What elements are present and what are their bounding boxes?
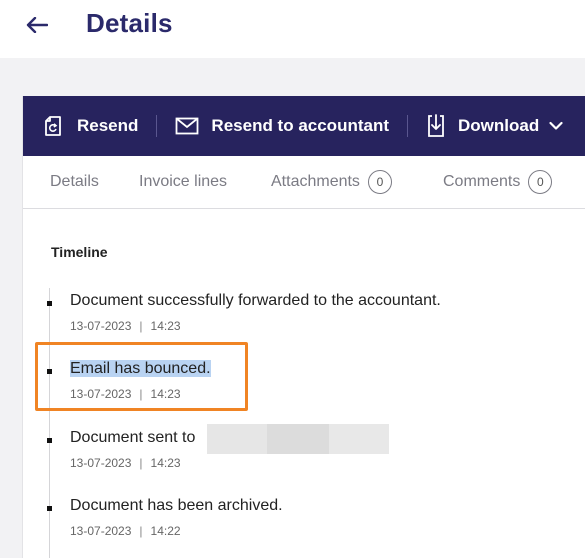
resend-to-accountant-button[interactable]: Resend to accountant xyxy=(175,96,389,156)
timeline-bullet xyxy=(47,506,52,511)
timeline-event: Document sent to 13-07-2023 | 14:23 xyxy=(23,424,563,475)
toolbar-divider xyxy=(156,115,158,137)
event-date: 13-07-2023 xyxy=(70,456,132,470)
timeline-event: Document has been archived. 13-07-2023 | 1… xyxy=(23,497,563,543)
tab-invoice-lines[interactable]: Invoice lines xyxy=(139,156,227,208)
download-icon xyxy=(426,114,446,138)
page-title: Details xyxy=(86,8,173,38)
event-timestamp: 13-07-2023 | 14:23 xyxy=(70,456,181,470)
action-toolbar: Resend Resend to accountant Download xyxy=(23,96,585,156)
meta-separator: | xyxy=(139,319,143,333)
event-timestamp: 13-07-2023 | 14:22 xyxy=(70,524,181,538)
tab-bar: Details Invoice lines Attachments 0 Comm… xyxy=(23,156,585,209)
event-date: 13-07-2023 xyxy=(70,524,132,538)
event-text: Document sent to xyxy=(70,429,195,447)
tab-label: Details xyxy=(50,173,99,190)
event-time: 14:23 xyxy=(150,456,181,470)
resend-button[interactable]: Resend xyxy=(43,96,138,156)
download-label: Download xyxy=(458,116,540,135)
event-text: Document has been archived. xyxy=(70,497,283,514)
resend-to-accountant-label: Resend to accountant xyxy=(211,116,390,135)
event-timestamp: 13-07-2023 | 14:23 xyxy=(70,319,181,333)
tab-attachments[interactable]: Attachments 0 xyxy=(271,156,392,208)
resend-label: Resend xyxy=(77,116,139,135)
meta-separator: | xyxy=(139,524,143,538)
annotation-highlight-box xyxy=(35,342,248,411)
mail-icon xyxy=(175,117,199,135)
attachments-count-badge: 0 xyxy=(367,170,392,194)
timeline-bullet xyxy=(47,301,52,306)
event-time: 14:23 xyxy=(150,319,181,333)
tab-label: Comments xyxy=(443,173,521,190)
tab-comments[interactable]: Comments 0 xyxy=(443,156,553,208)
event-time: 14:22 xyxy=(150,524,181,538)
tab-label: Attachments xyxy=(271,173,360,190)
event-date: 13-07-2023 xyxy=(70,319,132,333)
timeline-event: Document successfully forwarded to the a… xyxy=(23,292,563,338)
back-arrow-icon[interactable] xyxy=(24,12,50,38)
event-text-label: Document sent to xyxy=(70,429,196,446)
event-text: Document successfully forwarded to the a… xyxy=(70,292,441,309)
tab-details[interactable]: Details xyxy=(50,156,99,208)
resend-icon xyxy=(43,115,63,137)
page-header: Details xyxy=(0,0,585,58)
meta-separator: | xyxy=(139,456,143,470)
timeline-bullet xyxy=(47,438,52,443)
redacted-recipient xyxy=(207,424,389,454)
tab-label: Invoice lines xyxy=(139,173,228,190)
comments-count-badge: 0 xyxy=(528,170,553,194)
chevron-down-icon xyxy=(549,121,563,131)
toolbar-divider xyxy=(407,115,409,137)
download-button[interactable]: Download xyxy=(426,96,563,156)
details-card: Resend Resend to accountant Download Det… xyxy=(22,96,585,558)
timeline-heading: Timeline xyxy=(51,244,108,260)
